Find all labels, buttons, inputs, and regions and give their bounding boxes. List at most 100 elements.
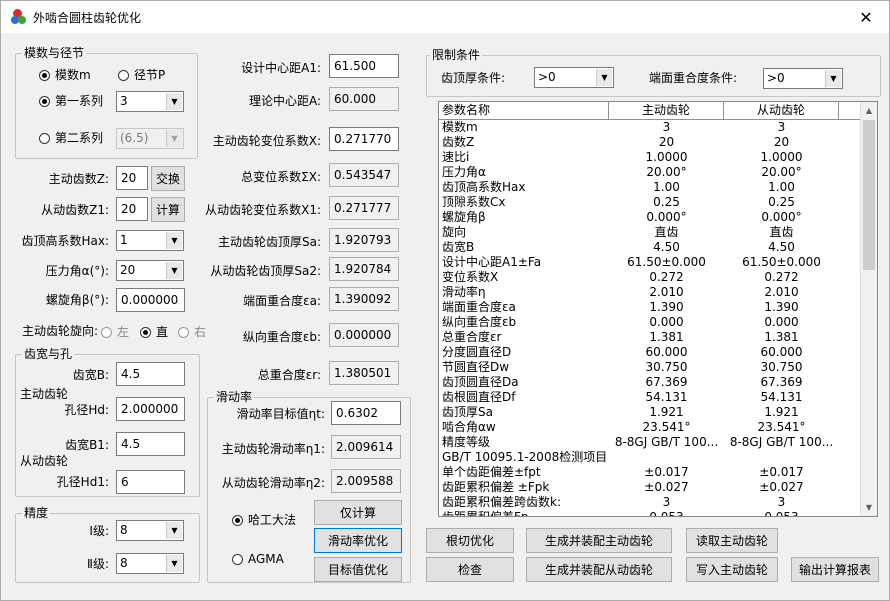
hd-input[interactable]: 2.000000 <box>116 397 185 421</box>
table-row[interactable]: GB/T 10095.1-2008检测项目 <box>439 450 860 465</box>
pitch-radio[interactable]: 径节P <box>118 68 165 82</box>
harbin-radio[interactable]: 哈工大法 <box>232 513 296 527</box>
gen-driving-button[interactable]: 生成并装配主动齿轮 <box>526 528 672 553</box>
series1-radio[interactable]: 第一系列 <box>39 94 103 108</box>
calc-only-button[interactable]: 仅计算 <box>314 500 402 525</box>
results-table[interactable]: 参数名称 主动齿轮 从动齿轮 模数m 3 3 齿数Z 20 20 速比i 1.0000 1.00… <box>438 101 878 517</box>
scroll-down-icon[interactable]: ▼ <box>861 499 877 516</box>
b-input[interactable]: 4.5 <box>116 362 185 386</box>
driven-value-cell <box>724 450 839 465</box>
table-row[interactable]: 齿顶圆直径Da 67.369 67.369 <box>439 375 860 390</box>
table-row[interactable]: 顶隙系数Cx 0.25 0.25 <box>439 195 860 210</box>
grade2-select[interactable]: 8 ▼ <box>116 553 184 574</box>
table-row[interactable]: 齿距累积偏差Fp 0.053 0.053 <box>439 510 860 517</box>
calculate-button[interactable]: 计算 <box>151 197 185 222</box>
table-row[interactable]: 节圆直径Dw 30.750 30.750 <box>439 360 860 375</box>
hax-select[interactable]: 1 ▼ <box>116 230 184 251</box>
table-row[interactable]: 齿宽B 4.50 4.50 <box>439 240 860 255</box>
write-driving-button[interactable]: 写入主动齿轮 <box>686 557 778 582</box>
dir-left-label: 左 <box>117 325 130 339</box>
table-row[interactable]: 滑动率η 2.010 2.010 <box>439 285 860 300</box>
param-name-cell: 精度等级 <box>442 435 491 449</box>
alpha-label: 压力角α(°): <box>45 264 109 278</box>
header-driving[interactable]: 主动齿轮 <box>609 102 724 119</box>
dir-straight-radio[interactable]: 直 <box>140 325 168 339</box>
table-row[interactable]: 设计中心距A1±Fa 61.50±0.000 61.50±0.000 <box>439 255 860 270</box>
gen-driven-button[interactable]: 生成并装配从动齿轮 <box>526 557 672 582</box>
driven-value-cell: 0.000° <box>761 210 802 224</box>
agma-radio[interactable]: AGMA <box>232 552 284 566</box>
table-row[interactable]: 纵向重合度εb 0.000 0.000 <box>439 315 860 330</box>
table-row[interactable]: 分度圆直径D 60.000 60.000 <box>439 345 860 360</box>
table-row[interactable]: 变位系数X 0.272 0.272 <box>439 270 860 285</box>
close-button[interactable]: ✕ <box>843 1 889 33</box>
dir-left-radio[interactable]: 左 <box>101 325 129 339</box>
table-row[interactable]: 端面重合度εa 1.390 1.390 <box>439 300 860 315</box>
driven-value-cell: ±0.017 <box>759 465 804 479</box>
driving-gear-label: 主动齿轮 <box>20 387 69 401</box>
scroll-up-icon[interactable]: ▲ <box>861 102 877 119</box>
header-driven[interactable]: 从动齿轮 <box>724 102 839 119</box>
grade1-select[interactable]: 8 ▼ <box>116 520 184 541</box>
tip-condition-value: >0 <box>538 70 556 84</box>
driving-value-cell: 1.381 <box>649 330 684 344</box>
driving-value-cell: 3 <box>662 120 671 134</box>
overlap-condition-label: 端面重合度条件: <box>649 71 738 85</box>
x-input[interactable]: 0.271770 <box>329 127 399 151</box>
table-row[interactable]: 模数m 3 3 <box>439 120 860 135</box>
param-name-cell: 齿顶高系数Hax <box>442 180 526 194</box>
param-name-cell: 速比i <box>442 150 470 164</box>
series2-select[interactable]: (6.5) ▼ <box>116 128 184 149</box>
table-row[interactable]: 压力角α 20.00° 20.00° <box>439 165 860 180</box>
table-row[interactable]: 旋向 直齿 直齿 <box>439 225 860 240</box>
table-row[interactable]: 齿距累积偏差跨齿数k: 3 3 <box>439 495 860 510</box>
param-name-cell: 端面重合度εa <box>442 300 516 314</box>
window-title: 外啮合圆柱齿轮优化 <box>33 10 142 25</box>
tip-condition-select[interactable]: >0 ▼ <box>534 67 614 88</box>
slide-opt-button[interactable]: 滑动率优化 <box>314 528 402 553</box>
table-row[interactable]: 啮合角αw 23.541° 23.541° <box>439 420 860 435</box>
header-param[interactable]: 参数名称 <box>439 102 609 119</box>
title-bar: 外啮合圆柱齿轮优化 ✕ <box>1 1 889 33</box>
table-row[interactable]: 齿顶厚Sa 1.921 1.921 <box>439 405 860 420</box>
table-scrollbar[interactable]: ▲ ▼ <box>860 102 877 516</box>
z1-input[interactable]: 20 <box>116 166 148 190</box>
chevron-down-icon: ▼ <box>166 262 182 279</box>
table-row[interactable]: 齿数Z 20 20 <box>439 135 860 150</box>
table-row[interactable]: 齿根圆直径Df 54.131 54.131 <box>439 390 860 405</box>
table-row[interactable]: 速比i 1.0000 1.0000 <box>439 150 860 165</box>
swap-button[interactable]: 交换 <box>151 166 185 191</box>
scroll-thumb[interactable] <box>863 120 875 270</box>
b1-input[interactable]: 4.5 <box>116 432 185 456</box>
table-row[interactable]: 齿顶高系数Hax 1.00 1.00 <box>439 180 860 195</box>
table-row[interactable]: 单个齿距偏差±fpt ±0.017 ±0.017 <box>439 465 860 480</box>
driven-value-cell: 2.010 <box>764 285 799 299</box>
read-driving-button[interactable]: 读取主动齿轮 <box>686 528 778 553</box>
target-input[interactable]: 0.6302 <box>331 401 401 425</box>
table-row[interactable]: 齿距累积偏差 ±Fpk ±0.027 ±0.027 <box>439 480 860 495</box>
export-report-button[interactable]: 输出计算报表 <box>791 557 879 582</box>
table-row[interactable]: 精度等级 8-8GJ GB/T 100... 8-8GJ GB/T 100... <box>439 435 860 450</box>
param-name-cell: 节圆直径Dw <box>442 360 510 374</box>
alpha-select[interactable]: 20 ▼ <box>116 260 184 281</box>
table-row[interactable]: 螺旋角β 0.000° 0.000° <box>439 210 860 225</box>
overlap-condition-select[interactable]: >0 ▼ <box>763 68 843 89</box>
check-button[interactable]: 检查 <box>426 557 514 582</box>
z2-input[interactable]: 20 <box>116 197 148 221</box>
module-group-title: 模数与径节 <box>22 46 87 60</box>
driving-value-cell: 0.053 <box>649 510 684 517</box>
driving-value-cell: 67.369 <box>645 375 688 389</box>
undercut-opt-button[interactable]: 根切优化 <box>426 528 514 553</box>
series2-radio[interactable]: 第二系列 <box>39 131 103 145</box>
target-opt-button[interactable]: 目标值优化 <box>314 557 402 582</box>
hd1-input[interactable]: 6 <box>116 470 185 494</box>
series1-select[interactable]: 3 ▼ <box>116 91 184 112</box>
table-row[interactable]: 总重合度εr 1.381 1.381 <box>439 330 860 345</box>
driving-value-cell: 1.390 <box>649 300 684 314</box>
beta-input[interactable]: 0.000000 <box>116 288 185 312</box>
module-radio[interactable]: 模数m <box>39 68 91 82</box>
beta-label: 螺旋角β(°): <box>45 293 109 307</box>
a-output: 60.000 <box>329 87 399 111</box>
driven-value-cell: 1.0000 <box>760 150 803 164</box>
a1-input[interactable]: 61.500 <box>329 54 399 78</box>
